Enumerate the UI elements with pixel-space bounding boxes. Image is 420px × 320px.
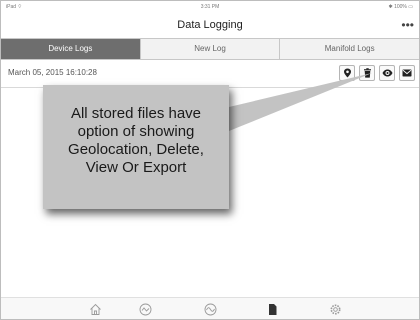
home-icon[interactable] (89, 303, 102, 316)
page-title: Data Logging (177, 19, 243, 31)
log-date: March 05, 2015 16:10:28 (8, 68, 97, 77)
tab-new-log[interactable]: New Log (140, 39, 281, 59)
delete-icon (363, 68, 371, 78)
log-actions (339, 65, 415, 81)
annotation-callout: All stored files have option of showing … (43, 85, 229, 209)
callout-text: All stored files have option of showing … (68, 105, 204, 176)
log-list-item[interactable]: March 05, 2015 16:10:28 (1, 59, 419, 88)
delete-button[interactable] (359, 65, 375, 81)
more-options-button[interactable]: ••• (401, 18, 414, 32)
geolocation-button[interactable] (339, 65, 355, 81)
chart-icon[interactable] (204, 303, 217, 316)
geolocation-icon (343, 68, 351, 78)
export-button[interactable] (399, 65, 415, 81)
bottom-tab-bar (1, 297, 419, 319)
status-time: 3:31 PM (200, 4, 220, 10)
battery-status: ✱ 100% ▭ (388, 4, 413, 10)
app-window: iPad ⌔ 3:31 PM ✱ 100% ▭ Data Logging •••… (0, 0, 420, 320)
view-button[interactable] (379, 65, 395, 81)
gauge-icon[interactable] (139, 303, 152, 316)
segmented-tabs: Device Logs New Log Manifold Logs (1, 38, 419, 60)
view-icon (382, 69, 392, 77)
document-icon[interactable] (266, 303, 279, 316)
status-bar: iPad ⌔ 3:31 PM ✱ 100% ▭ (1, 1, 419, 13)
tab-manifold-logs[interactable]: Manifold Logs (280, 39, 419, 59)
export-icon (402, 69, 412, 77)
tab-device-logs[interactable]: Device Logs (1, 39, 141, 59)
navigation-bar: Data Logging ••• (1, 13, 419, 37)
settings-icon[interactable] (329, 303, 342, 316)
